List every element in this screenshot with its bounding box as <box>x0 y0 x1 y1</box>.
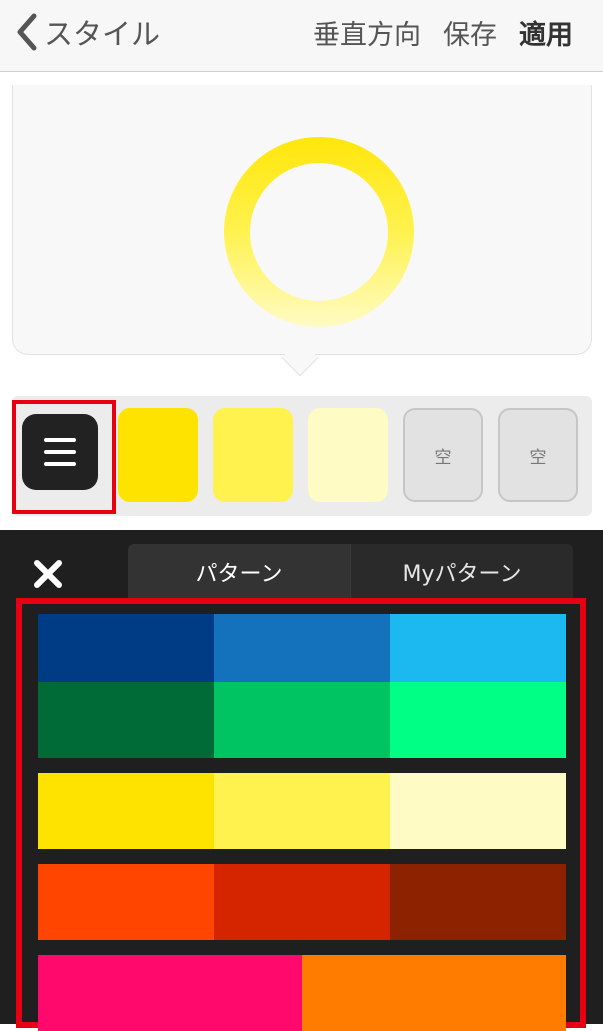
palette-color-cell <box>38 682 214 758</box>
palette-tabs: パターン Myパターン <box>128 544 573 600</box>
palette-color-cell <box>214 682 390 758</box>
palette-color-cell <box>390 773 566 849</box>
style-preview-area <box>0 73 603 396</box>
palette-color-cell <box>390 682 566 758</box>
chevron-left-icon <box>17 13 37 51</box>
palette-panel: パターン Myパターン <box>0 530 603 1031</box>
palette-row-5[interactable] <box>38 955 566 1031</box>
palette-color-cell <box>38 864 214 940</box>
palette-row-3[interactable] <box>38 773 566 849</box>
apply-button[interactable]: 適用 <box>519 13 573 52</box>
palette-row-4[interactable] <box>38 864 566 940</box>
back-button[interactable]: スタイル <box>12 10 160 54</box>
preview-card <box>12 85 592 355</box>
color-swatch-1[interactable] <box>118 408 198 502</box>
palette-color-cell <box>214 614 390 690</box>
menu-icon <box>44 438 76 442</box>
palette-color-cell <box>214 773 390 849</box>
top-navigation-bar: スタイル 垂直方向 保存 適用 <box>0 0 603 72</box>
empty-swatch-label: 空 <box>529 447 547 468</box>
palette-color-cell <box>214 864 390 940</box>
palette-menu-button[interactable] <box>22 414 98 490</box>
save-button[interactable]: 保存 <box>443 13 497 52</box>
palette-color-cell <box>38 955 302 1031</box>
vertical-direction-button[interactable]: 垂直方向 <box>313 13 421 52</box>
empty-swatch-2[interactable]: 空 <box>498 408 578 502</box>
palette-color-cell <box>38 614 214 690</box>
palette-color-cell <box>38 773 214 849</box>
tab-pattern[interactable]: パターン <box>128 544 350 600</box>
back-button-label: スタイル <box>44 17 161 51</box>
palette-color-cell <box>390 614 566 690</box>
close-icon[interactable] <box>26 552 70 596</box>
palette-row-2[interactable] <box>38 682 566 758</box>
color-swatch-3[interactable] <box>308 408 388 502</box>
empty-swatch-1[interactable]: 空 <box>403 408 483 502</box>
color-swatch-bar: 空 空 <box>12 396 592 516</box>
palette-color-cell <box>390 864 566 940</box>
palette-color-cell <box>302 955 566 1031</box>
header-actions: 垂直方向 保存 適用 <box>291 10 573 54</box>
gradient-ring-preview <box>224 137 414 327</box>
color-swatch-2[interactable] <box>213 408 293 502</box>
empty-swatch-label: 空 <box>434 447 452 468</box>
palette-row-1[interactable] <box>38 614 566 690</box>
tab-my-pattern[interactable]: Myパターン <box>350 544 573 600</box>
